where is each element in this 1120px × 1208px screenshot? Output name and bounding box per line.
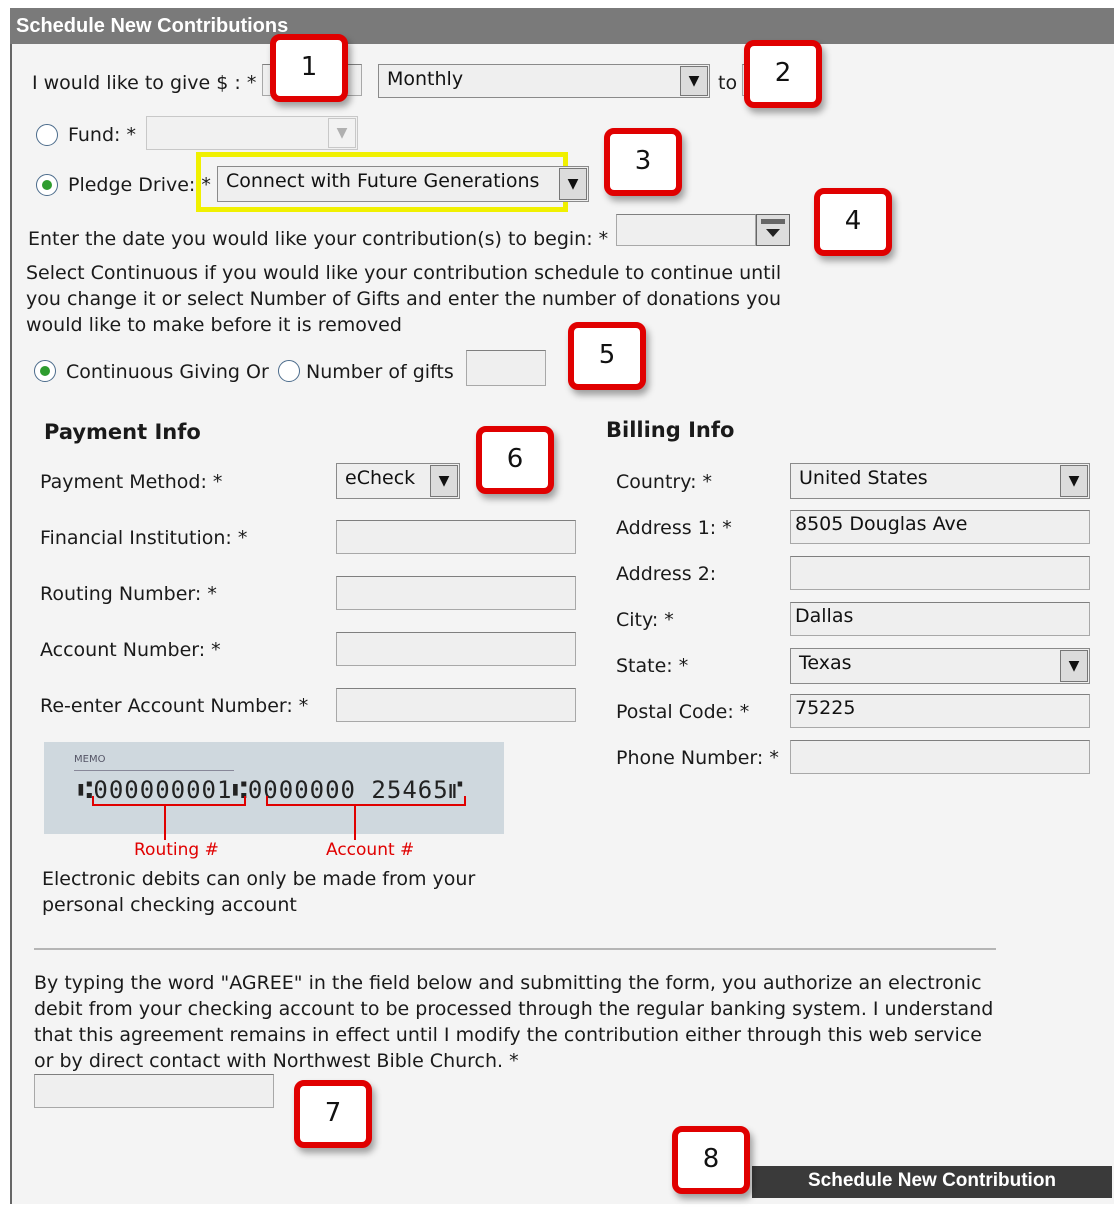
routing-bracket-left (92, 796, 94, 806)
phone-number-input[interactable] (790, 740, 1090, 774)
schedule-help-text: Select Continuous if you would like your… (26, 262, 782, 336)
callout-2: 2 (744, 40, 822, 108)
number-of-gifts-label: Number of gifts (306, 361, 454, 383)
postal-code-input[interactable]: 75225 (790, 694, 1090, 728)
routing-bracket (92, 804, 246, 806)
section-divider (34, 948, 996, 950)
routing-caption: Routing # (134, 840, 219, 860)
pledge-drive-label: Pledge Drive: * (68, 174, 211, 196)
agree-input[interactable] (34, 1074, 274, 1108)
number-of-gifts-radio[interactable] (278, 360, 300, 382)
pledge-drive-value: Connect with Future Generations (226, 170, 540, 192)
callout-5: 5 (568, 322, 646, 390)
schedule-new-contribution-button[interactable]: Schedule New Contribution (752, 1166, 1112, 1198)
callout-6: 6 (476, 426, 554, 494)
chevron-down-icon[interactable]: ▼ (1060, 650, 1088, 682)
frequency-select[interactable]: Monthly ▼ (378, 64, 710, 98)
calendar-icon[interactable] (756, 214, 790, 246)
state-value: Texas (799, 652, 852, 674)
country-label: Country: * (616, 471, 713, 493)
chevron-down-icon[interactable]: ▼ (1060, 465, 1088, 497)
continuous-giving-radio[interactable] (34, 360, 56, 382)
billing-info-heading: Billing Info (606, 418, 735, 442)
fund-label: Fund: * (68, 124, 136, 146)
account-number-input[interactable] (336, 632, 576, 666)
chevron-down-icon[interactable]: ▼ (559, 168, 587, 200)
routing-number-label: Routing Number: * (40, 583, 217, 605)
callout-4: 4 (814, 188, 892, 256)
address2-input[interactable] (790, 556, 1090, 590)
fund-radio[interactable] (36, 124, 58, 146)
payment-method-value: eCheck (345, 467, 416, 489)
pledge-drive-radio[interactable] (36, 174, 58, 196)
chevron-down-icon[interactable]: ▼ (328, 118, 356, 148)
callout-1: 1 (270, 34, 348, 102)
callout-7: 7 (294, 1080, 372, 1148)
address1-label: Address 1: * (616, 517, 732, 539)
account-bracket (266, 804, 466, 806)
micr-numbers: ⑆000000001⑆0000000 25465⑈ (78, 776, 465, 804)
payment-method-select[interactable]: eCheck ▼ (336, 463, 460, 499)
frequency-value: Monthly (387, 68, 464, 90)
start-date-input[interactable] (616, 214, 756, 246)
check-image: MEMO ⑆000000001⑆0000000 25465⑈ (44, 742, 504, 834)
financial-institution-label: Financial Institution: * (40, 527, 248, 549)
city-input[interactable]: Dallas (790, 602, 1090, 636)
routing-bracket-right (244, 796, 246, 806)
fund-select[interactable]: ▼ (146, 116, 358, 150)
chevron-down-icon[interactable]: ▼ (680, 66, 708, 96)
postal-code-label: Postal Code: * (616, 701, 750, 723)
financial-institution-input[interactable] (336, 520, 576, 554)
reenter-account-input[interactable] (336, 688, 576, 722)
continuous-giving-label: Continuous Giving Or (66, 361, 269, 383)
address1-input[interactable]: 8505 Douglas Ave (790, 510, 1090, 544)
country-value: United States (799, 467, 928, 489)
account-number-label: Account Number: * (40, 639, 221, 661)
give-amount-label: I would like to give $ : * (32, 72, 257, 94)
start-date-label: Enter the date you would like your contr… (28, 228, 609, 250)
account-bracket-right (464, 796, 466, 806)
chevron-down-icon[interactable]: ▼ (430, 465, 458, 497)
state-select[interactable]: Texas ▼ (790, 648, 1090, 684)
agreement-text: By typing the word "AGREE" in the field … (34, 972, 994, 1072)
phone-number-label: Phone Number: * (616, 747, 779, 769)
routing-pointer (164, 806, 166, 840)
number-of-gifts-input[interactable] (466, 350, 546, 386)
city-label: City: * (616, 609, 674, 631)
to-label: to (718, 72, 738, 94)
account-caption: Account # (326, 840, 415, 860)
callout-8: 8 (672, 1126, 750, 1194)
payment-method-label: Payment Method: * (40, 471, 223, 493)
payment-info-heading: Payment Info (44, 420, 201, 444)
country-select[interactable]: United States ▼ (790, 463, 1090, 499)
pledge-drive-select[interactable]: Connect with Future Generations ▼ (217, 166, 589, 202)
echeck-note: Electronic debits can only be made from … (42, 868, 476, 916)
address2-label: Address 2: (616, 563, 717, 585)
panel-header: Schedule New Contributions (10, 8, 1114, 44)
memo-line (74, 770, 234, 771)
callout-3: 3 (604, 128, 682, 196)
routing-number-input[interactable] (336, 576, 576, 610)
account-pointer (354, 806, 356, 840)
account-bracket-left (266, 796, 268, 806)
state-label: State: * (616, 655, 689, 677)
reenter-account-label: Re-enter Account Number: * (40, 695, 309, 717)
check-memo-text: MEMO (74, 754, 106, 765)
